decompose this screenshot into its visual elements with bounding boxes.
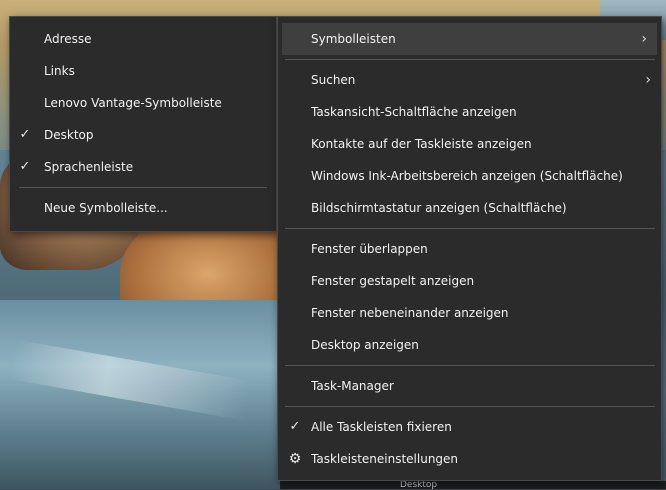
menu-separator	[285, 406, 655, 407]
menu-item-contacts[interactable]: Kontakte auf der Taskleiste anzeigen	[278, 128, 661, 160]
menu-item-label: Fenster gestapelt anzeigen	[311, 274, 475, 288]
menu-item-cascade-windows[interactable]: Fenster überlappen	[278, 233, 661, 265]
menu-item-label: Desktop anzeigen	[311, 338, 419, 352]
menu-item-show-desktop[interactable]: Desktop anzeigen	[278, 329, 661, 361]
check-icon: ✓	[19, 159, 31, 174]
menu-item-label: Bildschirmtastatur anzeigen (Schaltfläch…	[311, 201, 567, 215]
menu-item-search[interactable]: Suchen ›	[278, 64, 661, 96]
menu-item-touch-keyboard[interactable]: Bildschirmtastatur anzeigen (Schaltfläch…	[278, 192, 661, 224]
menu-separator	[285, 228, 655, 229]
chevron-right-icon: ›	[641, 31, 647, 47]
menu-item-label: Fenster überlappen	[311, 242, 428, 256]
menu-item-label: Task-Manager	[311, 379, 394, 393]
menu-item-label: Taskansicht-Schaltfläche anzeigen	[311, 105, 517, 119]
submenu-item-links[interactable]: Links	[10, 55, 276, 87]
menu-separator	[285, 365, 655, 366]
menu-item-label: Fenster nebeneinander anzeigen	[311, 306, 509, 320]
check-icon: ✓	[19, 127, 31, 142]
menu-item-label: Kontakte auf der Taskleiste anzeigen	[311, 137, 532, 151]
submenu-item-address[interactable]: Adresse	[10, 23, 276, 55]
menu-separator	[285, 59, 655, 60]
menu-item-task-manager[interactable]: Task-Manager	[278, 370, 661, 402]
taskbar-desktop-label[interactable]: Desktop	[400, 481, 437, 490]
gear-icon: ⚙	[288, 451, 302, 467]
menu-item-label: Taskleisteneinstellungen	[311, 452, 459, 466]
menu-item-label: Alle Taskleisten fixieren	[311, 420, 452, 434]
menu-item-label: Suchen	[311, 73, 356, 87]
menu-item-label: Symbolleisten	[311, 32, 396, 46]
menu-item-label: Windows Ink-Arbeitsbereich anzeigen (Sch…	[311, 169, 623, 183]
menu-item-lock-taskbar[interactable]: ✓ Alle Taskleisten fixieren	[278, 411, 661, 443]
submenu-item-label: Sprachenleiste	[44, 160, 134, 174]
chevron-right-icon: ›	[645, 72, 651, 88]
submenu-item-label: Adresse	[44, 32, 92, 46]
menu-item-task-view-button[interactable]: Taskansicht-Schaltfläche anzeigen	[278, 96, 661, 128]
menu-item-side-by-side[interactable]: Fenster nebeneinander anzeigen	[278, 297, 661, 329]
toolbars-submenu: Adresse Links Lenovo Vantage-Symbolleist…	[9, 16, 277, 232]
submenu-item-lenovo-vantage[interactable]: Lenovo Vantage-Symbolleiste	[10, 87, 276, 119]
taskbar-context-menu: Symbolleisten › Suchen › Taskansicht-Sch…	[277, 16, 662, 481]
submenu-item-label: Neue Symbolleiste...	[44, 201, 168, 215]
submenu-item-new-toolbar[interactable]: Neue Symbolleiste...	[10, 192, 276, 224]
menu-item-toolbars[interactable]: Symbolleisten ›	[282, 23, 657, 55]
submenu-item-desktop[interactable]: ✓ Desktop	[10, 119, 276, 151]
taskbar[interactable]: Desktop	[280, 481, 666, 490]
menu-separator	[19, 187, 267, 188]
submenu-item-label: Desktop	[44, 128, 94, 142]
submenu-item-label: Links	[44, 64, 75, 78]
menu-item-taskbar-settings[interactable]: ⚙ Taskleisteneinstellungen	[278, 443, 661, 475]
menu-item-windows-ink[interactable]: Windows Ink-Arbeitsbereich anzeigen (Sch…	[278, 160, 661, 192]
submenu-item-label: Lenovo Vantage-Symbolleiste	[44, 96, 222, 110]
menu-item-stacked-windows[interactable]: Fenster gestapelt anzeigen	[278, 265, 661, 297]
check-icon: ✓	[289, 419, 301, 434]
submenu-item-language-bar[interactable]: ✓ Sprachenleiste	[10, 151, 276, 183]
